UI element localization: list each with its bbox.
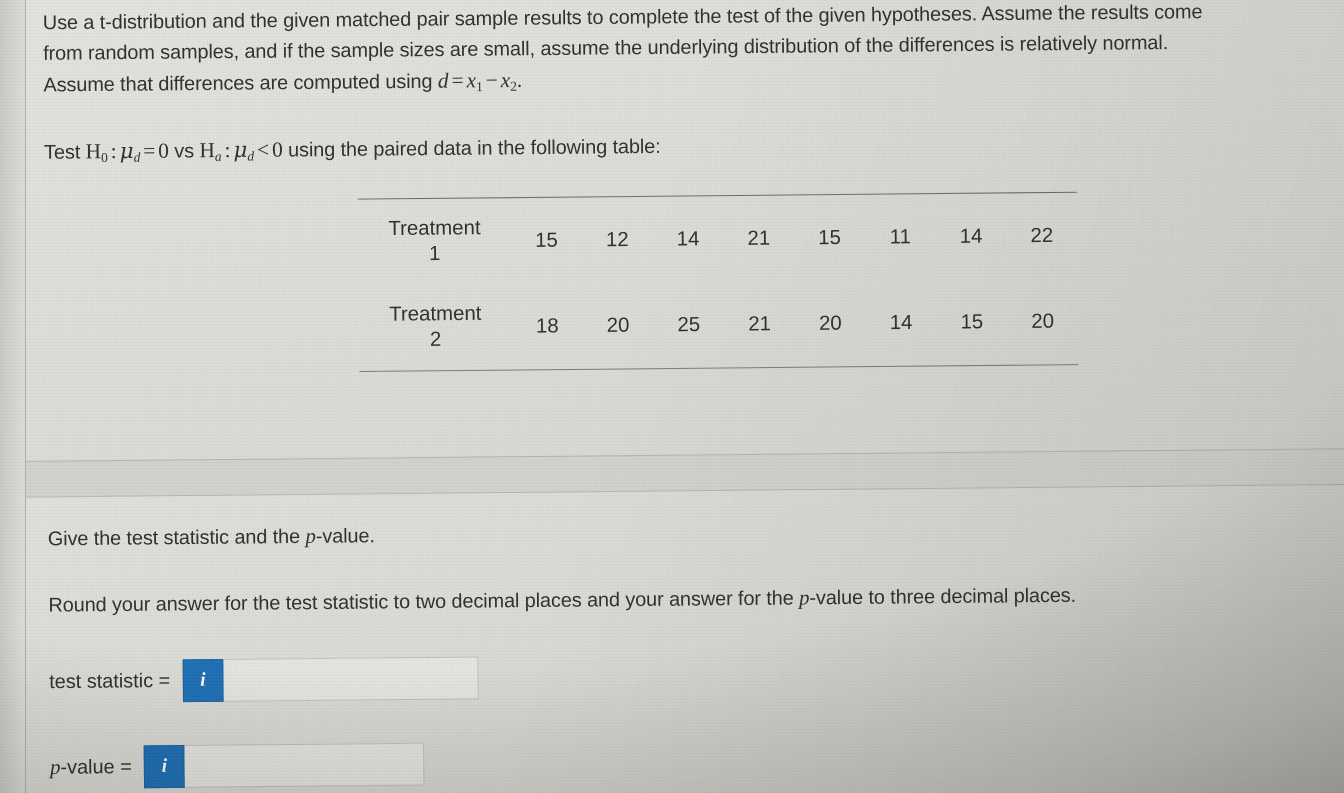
table-cell: 21: [747, 226, 771, 250]
rounding-instruction-part-a: Round your answer for the test statistic…: [48, 587, 800, 617]
ha-subscript: a: [214, 148, 222, 164]
quiz-page: Use a t-distribution and the given match…: [0, 0, 1344, 793]
row-header-label: Treatment: [389, 302, 482, 326]
vs-text: vs: [174, 140, 195, 163]
h0-symbol: H: [85, 138, 102, 164]
info-icon[interactable]: i: [143, 744, 186, 789]
intro-line-3-text: Assume that differences are computed usi…: [43, 70, 433, 97]
paired-data-table: Treatment 1 15 12 14 21 15 11 14 22 Trea…: [357, 191, 1079, 373]
mu-symbol-alt: μ: [233, 137, 248, 163]
question-prompt-part-a: Give the test statistic and the: [47, 525, 306, 551]
table-cell: 22: [1030, 224, 1054, 247]
test-statistic-answer-row: test statistic = i: [49, 656, 479, 703]
row-cells-treatment-1: 15 12 14 21 15 11 14 22: [511, 224, 1077, 253]
problem-intro-text: Use a t-distribution and the given match…: [43, 0, 1344, 106]
formula-d: d: [437, 68, 449, 93]
p-value-label-rest: -value =: [60, 755, 132, 779]
table-row: Treatment 2 18 20 25 21 20 14 15 20: [359, 278, 1079, 371]
table-cell: 12: [605, 228, 629, 251]
row-header-treatment-2: Treatment 2: [359, 301, 512, 353]
formula-x1-subscript: 1: [475, 78, 483, 95]
question-prompt-p-italic: p: [305, 525, 316, 548]
table-cell: 20: [1031, 309, 1055, 333]
table-cell: 18: [535, 314, 559, 338]
test-statistic-label: test statistic =: [49, 669, 171, 693]
test-statistic-input-group: i: [182, 656, 479, 703]
h0-colon: :: [110, 138, 117, 164]
formula-x1: x: [466, 67, 477, 93]
table-cell: 15: [818, 226, 841, 249]
table-cell: 14: [676, 227, 700, 251]
question-prompt: Give the test statistic and the p-value.: [48, 521, 375, 555]
table-cell: 21: [748, 312, 772, 336]
formula-x2: x: [500, 67, 511, 93]
hypothesis-lead: Test: [44, 141, 81, 164]
mu-subscript-alt: d: [247, 148, 255, 164]
table-cell: 14: [959, 224, 983, 248]
p-value-input[interactable]: [184, 742, 425, 788]
formula-minus: −: [485, 67, 498, 93]
rounding-instruction-p-italic: p: [798, 587, 810, 610]
question-prompt-part-b: -value.: [315, 524, 375, 548]
equals-sign: =: [143, 138, 156, 163]
table-cell: 14: [889, 311, 913, 334]
p-value-label: p-value =: [50, 755, 132, 779]
ha-symbol: H: [199, 137, 215, 163]
alt-value: 0: [271, 137, 283, 162]
p-value-answer-row: p-value = i: [50, 742, 425, 789]
formula-equals: =: [451, 68, 464, 93]
formula-period: .: [516, 67, 523, 93]
table-cell: 20: [818, 311, 842, 335]
row-header-number: 1: [428, 242, 441, 266]
row-header-label: Treatment: [388, 216, 481, 241]
hypothesis-tail: using the paired data in the following t…: [287, 135, 661, 162]
screenshot-root: Use a t-distribution and the given match…: [0, 0, 1344, 793]
mu-symbol-null: μ: [119, 138, 134, 164]
info-icon[interactable]: i: [182, 658, 224, 703]
table-cell: 15: [960, 310, 984, 334]
table-cell: 25: [677, 313, 701, 336]
ha-colon: :: [224, 137, 231, 163]
row-header-number: 2: [429, 328, 442, 351]
table-row: Treatment 1 15 12 14 21 15 11 14 22: [358, 193, 1078, 286]
hypothesis-line: Test H0: μd = 0 vs Ha: μd <0 using the paired…: [44, 130, 661, 173]
table-cell: 20: [606, 313, 630, 337]
table-cell: 15: [535, 228, 558, 252]
rounding-instruction-part-b: -value to three decimal places.: [809, 584, 1077, 610]
row-cells-treatment-2: 18 20 25 21 20 14 15 20: [512, 310, 1078, 339]
p-value-input-group: i: [143, 742, 425, 789]
row-header-treatment-1: Treatment 1: [358, 216, 511, 268]
screen-bezel-left: [0, 0, 26, 793]
less-than-sign: <: [256, 137, 270, 162]
null-value: 0: [158, 138, 169, 163]
p-value-label-p-italic: p: [49, 755, 61, 779]
test-statistic-input[interactable]: [223, 656, 479, 702]
table-cell: 11: [889, 225, 911, 249]
